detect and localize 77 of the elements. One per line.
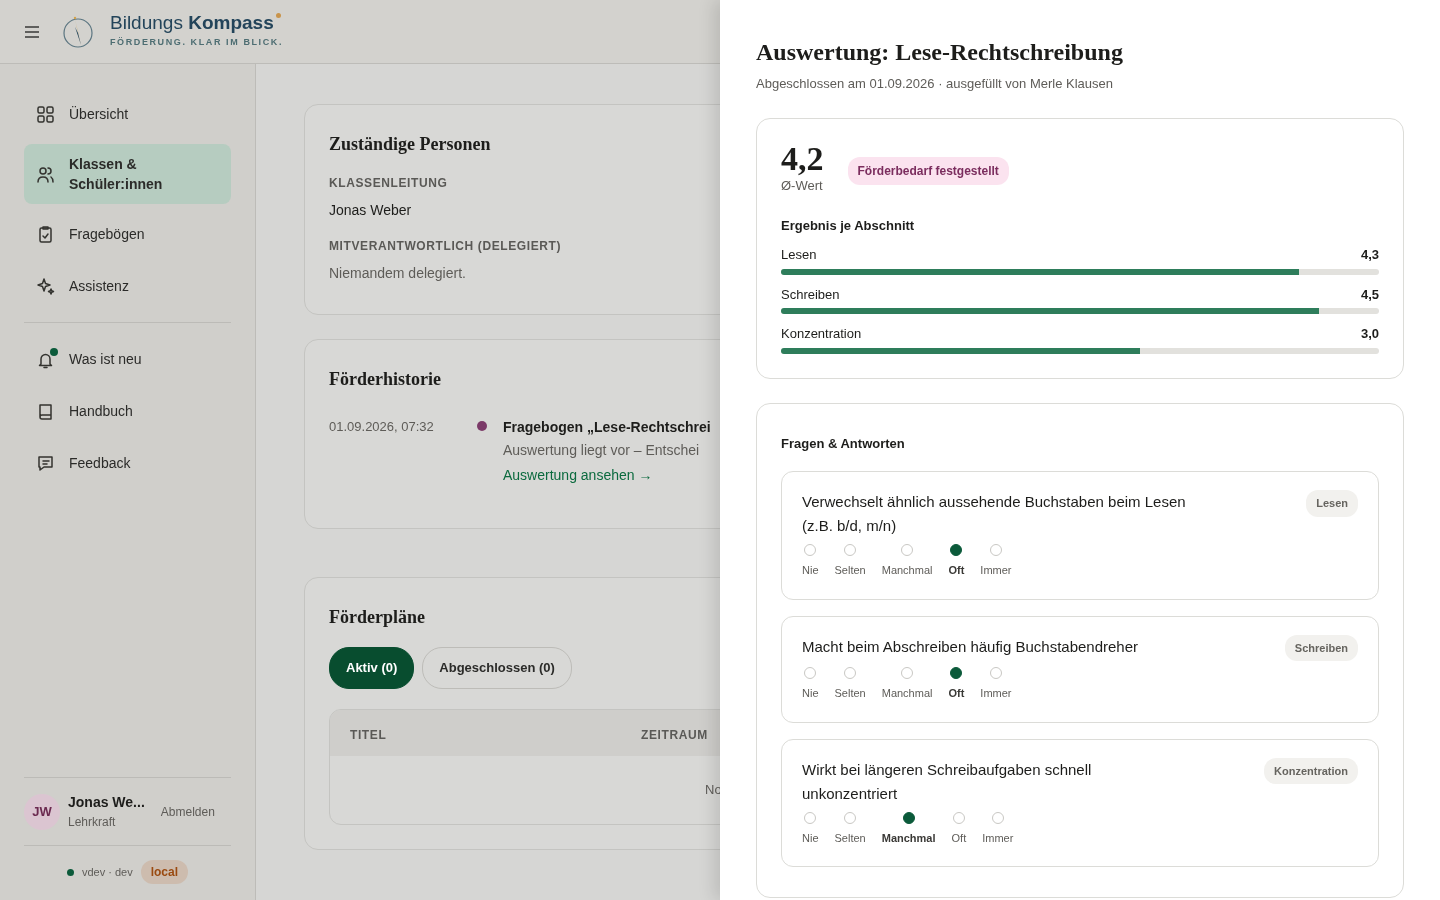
environment-badge: local xyxy=(140,860,189,884)
sidebar-item[interactable]: Was ist neu xyxy=(24,333,231,385)
sidebar-item[interactable]: Handbuch xyxy=(24,385,231,437)
radio-button[interactable] xyxy=(902,811,915,824)
score-label: Ø-Wert xyxy=(781,177,824,196)
option-label: Nie xyxy=(802,563,819,579)
option-label: Nie xyxy=(802,686,819,702)
section-name: Schreiben xyxy=(781,285,840,304)
column-header: TITEL xyxy=(350,726,388,740)
option-label: Selten xyxy=(834,563,866,579)
option-label: Oft xyxy=(948,563,965,579)
section-tag: Schreiben xyxy=(1284,634,1358,662)
clipboard-check-icon xyxy=(36,224,55,244)
option-label: Manchmal xyxy=(881,686,933,702)
option-label: Immer xyxy=(982,830,1014,846)
field-value: Jonas Weber xyxy=(329,201,413,220)
entry-link[interactable]: Auswertung ansehen → xyxy=(503,465,653,486)
grid-icon xyxy=(36,104,55,124)
question-text: Verwechselt ähnlich aussehende Buchstaben beim Lesen (z.B. b/d, m/n) xyxy=(802,492,1187,537)
option-label: Manchmal xyxy=(881,563,933,579)
filter-tab[interactable]: Abgeschlossen (0) xyxy=(422,647,572,689)
user-name: Jonas We... xyxy=(68,793,145,812)
filter-tab[interactable]: Aktiv (0) xyxy=(329,647,415,689)
card-title: Förderhistorie xyxy=(329,368,442,391)
notification-dot xyxy=(50,347,58,356)
option-label: Selten xyxy=(834,830,866,846)
status-badge: Förderbedarf festgestellt xyxy=(847,156,1009,185)
sidebar-item[interactable]: Fragebögen xyxy=(24,208,231,260)
status-dot xyxy=(66,868,74,876)
column-header: ZEITRAUM xyxy=(641,726,708,740)
option-label: Oft xyxy=(948,686,965,702)
score-value: 4,2 xyxy=(781,140,824,177)
drawer-subtitle: Abgeschlossen am 01.09.2026 · ausgefüllt von Merle Klausen xyxy=(756,75,1114,93)
entry-time: 01.09.2026, 07:32 xyxy=(329,418,435,436)
field-label: MITVERANTWORTLICH (DELEGIERT) xyxy=(329,238,563,255)
section-name: Lesen xyxy=(781,246,817,265)
field-label: KLASSENLEITUNG xyxy=(329,175,449,192)
sidebar-item[interactable]: Klassen & Schüler:innen xyxy=(24,144,231,204)
option-label: Manchmal xyxy=(881,830,936,846)
user-role: Lehrkraft xyxy=(68,814,117,831)
entry-title: Fragebogen „Lese-Rechtschrei xyxy=(503,418,711,437)
option-label: Nie xyxy=(802,830,819,846)
radio-button[interactable] xyxy=(950,667,963,680)
field-value: Niemandem delegiert. xyxy=(329,264,467,283)
book-icon xyxy=(36,401,55,421)
people-icon xyxy=(36,164,55,184)
version-text: vdev · dev xyxy=(81,864,133,880)
option-label: Selten xyxy=(834,686,866,702)
sidebar-item[interactable]: Assistenz xyxy=(24,260,231,312)
option-label: Immer xyxy=(980,686,1012,702)
section-value: 4,3 xyxy=(1360,246,1379,265)
sparkle-icon xyxy=(36,276,55,296)
card-title: Zuständige Personen xyxy=(329,133,492,156)
section-tag: Konzentration xyxy=(1264,757,1358,785)
option-label: Immer xyxy=(980,563,1012,579)
section-tag: Lesen xyxy=(1306,490,1358,517)
section-heading: Ergebnis je Abschnitt xyxy=(781,216,916,235)
logout-link[interactable]: Abmelden xyxy=(160,802,215,821)
menu-icon[interactable] xyxy=(24,25,40,38)
option-label: Oft xyxy=(951,830,967,846)
user-avatar: JW xyxy=(24,793,60,830)
compass-icon xyxy=(62,14,94,49)
entry-text: Auswertung liegt vor – Entschei xyxy=(503,441,701,460)
sidebar-item[interactable]: Feedback xyxy=(24,437,231,489)
chat-icon xyxy=(36,453,55,473)
section-name: Konzentration xyxy=(781,325,862,344)
sidebar-item[interactable]: Übersicht xyxy=(24,88,231,140)
section-value: 3,0 xyxy=(1360,325,1379,344)
question-text: Wirkt bei längeren Schreibaufgaben schnell unkonzentriert xyxy=(802,759,1093,804)
section-value: 4,5 xyxy=(1360,285,1379,304)
section-heading: Fragen & Antworten xyxy=(781,434,906,453)
radio-button[interactable] xyxy=(950,544,963,557)
brand-tagline: FÖRDERUNG. KLAR IM BLICK. xyxy=(110,36,283,50)
question-text: Macht beim Abschreiben häufig Buchstabendreher xyxy=(802,636,1139,657)
brand-name: Bildungs Kompass xyxy=(110,13,283,33)
card-title: Förderpläne xyxy=(329,606,426,629)
drawer-title: Auswertung: Lese-Rechtschreibung xyxy=(756,38,1124,67)
